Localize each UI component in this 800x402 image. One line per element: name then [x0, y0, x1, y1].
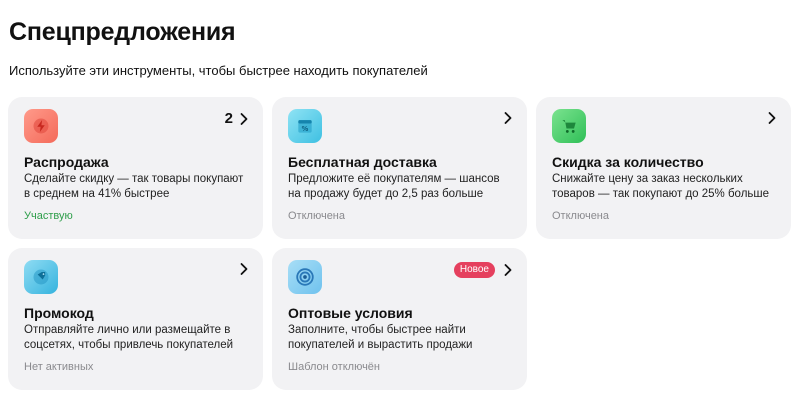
- card-description: Отправляйте лично или размещайте в соцсе…: [24, 324, 234, 351]
- chevron-right-icon[interactable]: [503, 111, 513, 125]
- card-status: Нет активных: [24, 361, 94, 373]
- page-subtitle: Используйте эти инструменты, чтобы быстр…: [9, 63, 428, 78]
- card-top-right: [503, 111, 513, 125]
- tag-icon: [24, 260, 58, 294]
- chevron-right-icon[interactable]: [767, 111, 777, 125]
- card-status: Отключена: [552, 210, 609, 222]
- card-title: Бесплатная доставка: [288, 154, 437, 170]
- card-description: Заполните, чтобы быстрее найти покупател…: [288, 324, 473, 351]
- lightning-icon: [24, 109, 58, 143]
- target-icon: [288, 260, 322, 294]
- card-top-right: Новое: [453, 262, 513, 278]
- offer-card-free-delivery[interactable]: % Бесплатная доставка Предложите её поку…: [272, 97, 527, 239]
- offer-card-promocode[interactable]: Промокод Отправляйте лично или размещайт…: [8, 248, 263, 390]
- offers-grid: 2 Распродажа Сделайте скидку — так товар…: [8, 97, 791, 390]
- card-status: Отключена: [288, 210, 345, 222]
- special-offers-page: Спецпредложения Используйте эти инструме…: [0, 0, 800, 402]
- chevron-right-icon[interactable]: [239, 262, 249, 276]
- chevron-right-icon[interactable]: [239, 112, 249, 126]
- offer-card-sale[interactable]: 2 Распродажа Сделайте скидку — так товар…: [8, 97, 263, 239]
- card-top-right: [767, 111, 777, 125]
- card-title: Распродажа: [24, 154, 109, 170]
- svg-text:%: %: [302, 125, 309, 133]
- card-status: Шаблон отключён: [288, 361, 380, 373]
- participation-count: 2: [224, 110, 233, 127]
- card-title: Промокод: [24, 305, 94, 321]
- card-description: Предложите её покупателям — шансов на пр…: [288, 173, 500, 200]
- cart-icon: [552, 109, 586, 143]
- offer-card-wholesale[interactable]: Новое Оптовые условия Заполните, чтобы б…: [272, 248, 527, 390]
- card-top-right: [239, 262, 249, 276]
- page-title: Спецпредложения: [9, 18, 236, 46]
- card-title: Оптовые условия: [288, 305, 413, 321]
- card-description: Снижайте цену за заказ нескольких товаро…: [552, 173, 770, 200]
- offer-card-quantity-discount[interactable]: Скидка за количество Снижайте цену за за…: [536, 97, 791, 239]
- new-badge: Новое: [453, 262, 495, 278]
- chevron-right-icon[interactable]: [503, 263, 513, 277]
- card-description: Сделайте скидку — так товары покупают в …: [24, 173, 244, 200]
- card-status: Участвую: [24, 210, 73, 222]
- percent-box-icon: %: [288, 109, 322, 143]
- card-title: Скидка за количество: [552, 154, 704, 170]
- card-top-right: 2: [225, 111, 249, 127]
